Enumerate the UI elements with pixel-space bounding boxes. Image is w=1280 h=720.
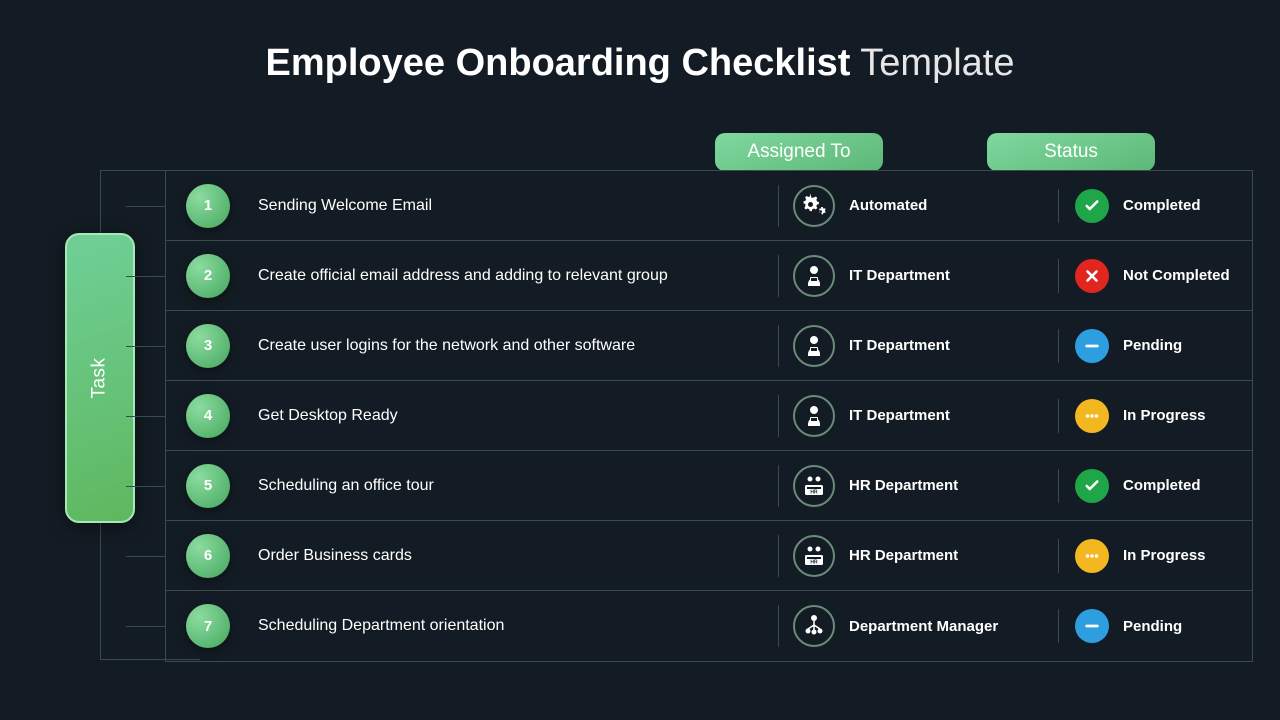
task-text: Scheduling an office tour — [250, 477, 778, 495]
connector-line — [126, 346, 166, 347]
status-label: Pending — [1123, 618, 1182, 635]
task-text: Order Business cards — [250, 547, 778, 565]
assigned-cell: IT Department — [778, 395, 1058, 437]
assigned-label: HR Department — [849, 547, 958, 564]
connector-line — [126, 416, 166, 417]
table-row: 6 Order Business cards HR Department In … — [166, 521, 1252, 591]
status-cell: Pending — [1058, 329, 1252, 363]
row-number-badge: 2 — [186, 254, 230, 298]
table-row: 4 Get Desktop Ready IT Department In Pro… — [166, 381, 1252, 451]
gears-icon — [793, 185, 835, 227]
row-number-cell: 3 — [166, 324, 250, 368]
row-number-cell: 1 — [166, 184, 250, 228]
assigned-cell: IT Department — [778, 255, 1058, 297]
task-label-text: Task — [89, 357, 111, 398]
task-text: Get Desktop Ready — [250, 407, 778, 425]
task-text: Create user logins for the network and o… — [250, 337, 778, 355]
status-label: Not Completed — [1123, 267, 1230, 284]
status-cell: Pending — [1058, 609, 1252, 643]
assigned-label: Department Manager — [849, 618, 998, 635]
row-number-badge: 4 — [186, 394, 230, 438]
manager-icon — [793, 605, 835, 647]
connector-line — [126, 626, 166, 627]
it-icon — [793, 255, 835, 297]
status-pending-icon — [1075, 329, 1109, 363]
title-bold: Employee Onboarding Checklist — [266, 42, 851, 84]
hr-icon — [793, 465, 835, 507]
assigned-cell: HR Department — [778, 465, 1058, 507]
table-row: 3 Create user logins for the network and… — [166, 311, 1252, 381]
table-row: 2 Create official email address and addi… — [166, 241, 1252, 311]
assigned-cell: HR Department — [778, 535, 1058, 577]
hr-icon — [793, 535, 835, 577]
status-completed-icon — [1075, 189, 1109, 223]
status-cell: Not Completed — [1058, 259, 1252, 293]
task-text: Create official email address and adding… — [250, 267, 778, 285]
row-number-cell: 2 — [166, 254, 250, 298]
row-number-badge: 3 — [186, 324, 230, 368]
title-light: Template — [850, 42, 1014, 84]
status-notcompleted-icon — [1075, 259, 1109, 293]
connector-line — [126, 556, 166, 557]
page-title: Employee Onboarding Checklist Template — [0, 0, 1280, 85]
task-text: Scheduling Department orientation — [250, 617, 778, 635]
status-label: In Progress — [1123, 547, 1206, 564]
status-label: Completed — [1123, 477, 1201, 494]
row-number-cell: 6 — [166, 534, 250, 578]
status-cell: In Progress — [1058, 399, 1252, 433]
table-row: 7 Scheduling Department orientation Depa… — [166, 591, 1252, 661]
status-cell: In Progress — [1058, 539, 1252, 573]
it-icon — [793, 395, 835, 437]
connector-line — [126, 206, 166, 207]
status-label: In Progress — [1123, 407, 1206, 424]
connector-line — [126, 276, 166, 277]
task-text: Sending Welcome Email — [250, 197, 778, 215]
row-number-cell: 7 — [166, 604, 250, 648]
assigned-label: Automated — [849, 197, 927, 214]
status-pending-icon — [1075, 609, 1109, 643]
connector-line — [126, 486, 166, 487]
status-cell: Completed — [1058, 469, 1252, 503]
row-number-badge: 5 — [186, 464, 230, 508]
it-icon — [793, 325, 835, 367]
status-cell: Completed — [1058, 189, 1252, 223]
header-assigned-to: Assigned To — [715, 133, 883, 171]
assigned-label: IT Department — [849, 337, 950, 354]
assigned-cell: Automated — [778, 185, 1058, 227]
status-inprogress-icon — [1075, 399, 1109, 433]
table-row: 1 Sending Welcome Email Automated Comple… — [166, 171, 1252, 241]
status-completed-icon — [1075, 469, 1109, 503]
row-number-badge: 6 — [186, 534, 230, 578]
status-inprogress-icon — [1075, 539, 1109, 573]
assigned-label: IT Department — [849, 407, 950, 424]
table-row: 5 Scheduling an office tour HR Departmen… — [166, 451, 1252, 521]
assigned-label: IT Department — [849, 267, 950, 284]
checklist-table: 1 Sending Welcome Email Automated Comple… — [165, 170, 1253, 662]
status-label: Completed — [1123, 197, 1201, 214]
status-label: Pending — [1123, 337, 1182, 354]
row-number-cell: 5 — [166, 464, 250, 508]
task-label-badge: Task — [65, 233, 135, 523]
row-number-badge: 1 — [186, 184, 230, 228]
assigned-cell: IT Department — [778, 325, 1058, 367]
assigned-label: HR Department — [849, 477, 958, 494]
header-status: Status — [987, 133, 1155, 171]
row-number-badge: 7 — [186, 604, 230, 648]
row-number-cell: 4 — [166, 394, 250, 438]
assigned-cell: Department Manager — [778, 605, 1058, 647]
